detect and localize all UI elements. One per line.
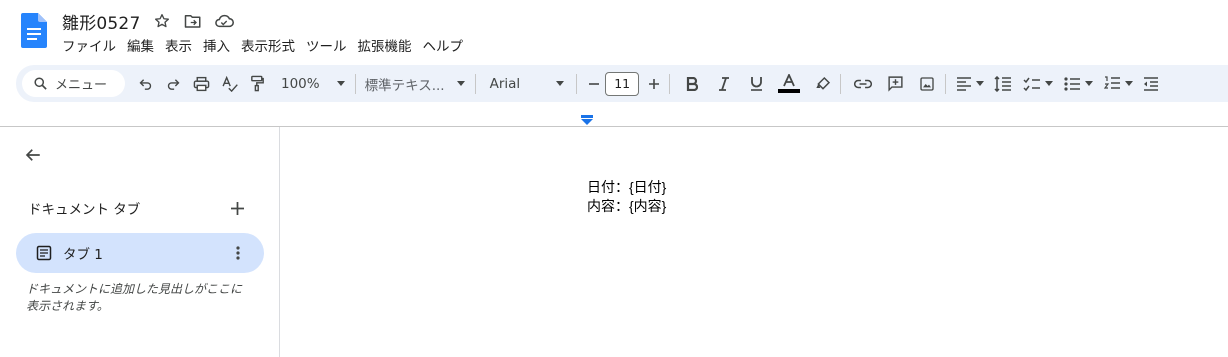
close-outline-button[interactable] xyxy=(20,142,46,168)
chevron-down-icon xyxy=(976,81,985,86)
insert-link-button[interactable] xyxy=(847,70,879,98)
paint-format-button[interactable] xyxy=(243,70,271,98)
sidebar-tab-item[interactable]: タブ 1 xyxy=(16,233,264,273)
paint-format-icon xyxy=(250,75,264,92)
menu-search-label: メニュー xyxy=(55,78,108,93)
bulleted-list-dropdown[interactable] xyxy=(1058,70,1098,98)
increase-font-size-button[interactable] xyxy=(639,70,669,98)
sidebar-divider-line xyxy=(279,127,280,357)
plus-icon xyxy=(649,78,660,89)
add-comment-icon xyxy=(888,76,903,92)
image-icon xyxy=(920,76,934,91)
menu-tools[interactable]: ツール xyxy=(306,35,347,55)
bulleted-list-icon xyxy=(1064,76,1080,91)
underline-button[interactable] xyxy=(740,70,772,98)
menu-file[interactable]: ファイル xyxy=(62,35,116,55)
undo-button[interactable] xyxy=(131,70,159,98)
zoom-value: 100% xyxy=(281,75,320,92)
redo-button[interactable] xyxy=(159,70,187,98)
italic-button[interactable] xyxy=(708,70,740,98)
chevron-down-icon xyxy=(1084,81,1093,86)
numbered-list-icon xyxy=(1103,76,1120,89)
menu-extensions[interactable]: 拡張機能 xyxy=(358,35,412,55)
minus-icon xyxy=(589,82,600,85)
menu-format[interactable]: 表示形式 xyxy=(241,35,295,55)
zoom-dropdown[interactable]: 100% xyxy=(281,70,345,98)
chevron-down-icon xyxy=(556,81,565,86)
line-spacing-icon xyxy=(994,75,1012,92)
paragraph-style-value: 標準テキス... xyxy=(364,77,445,94)
toolbar-divider xyxy=(474,73,476,94)
text-color-button[interactable] xyxy=(772,70,806,98)
document-line-content: 内容：{内容} xyxy=(587,198,667,214)
sidebar-hint-text: ドキュメントに追加した見出しがここに表示されます。 xyxy=(26,282,243,313)
toolbar-divider xyxy=(669,73,671,94)
align-dropdown[interactable] xyxy=(952,70,988,98)
document-title[interactable]: 雛形0527 xyxy=(62,9,140,34)
line-spacing-button[interactable] xyxy=(988,70,1018,98)
menu-insert[interactable]: 挿入 xyxy=(203,35,230,55)
search-icon xyxy=(34,77,47,90)
toolbar-divider-line xyxy=(0,126,1228,127)
redo-icon xyxy=(167,79,179,90)
arrow-back-icon xyxy=(25,149,40,161)
checklist-icon xyxy=(1023,77,1041,91)
toolbar-divider xyxy=(354,73,356,94)
decrease-font-size-button[interactable] xyxy=(583,70,605,98)
spellcheck-icon xyxy=(221,75,238,92)
spellcheck-button[interactable] xyxy=(215,70,243,98)
toolbar-divider xyxy=(945,73,947,94)
cloud-saved-icon[interactable] xyxy=(214,11,235,31)
menu-search[interactable]: メニュー xyxy=(22,70,125,97)
highlight-color-button[interactable] xyxy=(806,70,840,98)
undo-icon xyxy=(139,79,151,90)
menu-bar: ファイル 編集 表示 挿入 表示形式 ツール 拡張機能 ヘルプ xyxy=(62,34,474,56)
move-folder-icon[interactable] xyxy=(183,11,203,31)
bold-button[interactable] xyxy=(676,70,708,98)
document-line-date: 日付：{日付} xyxy=(587,179,667,195)
chevron-down-icon xyxy=(1124,81,1133,86)
title-row: 雛形0527 xyxy=(62,9,245,34)
print-icon xyxy=(193,76,209,91)
align-left-icon xyxy=(957,76,972,91)
decrease-indent-button[interactable] xyxy=(1138,70,1164,98)
menu-help[interactable]: ヘルプ xyxy=(423,35,464,55)
paragraph-style-dropdown[interactable]: 標準テキス... xyxy=(365,70,465,98)
document-tabs-heading: ドキュメント タブ xyxy=(28,202,141,218)
decrease-indent-icon xyxy=(1144,76,1159,91)
sidebar-tab-label: タブ 1 xyxy=(63,247,103,263)
insert-image-button[interactable] xyxy=(911,70,943,98)
star-icon[interactable] xyxy=(152,11,172,31)
italic-icon xyxy=(719,76,730,91)
font-value: Arial xyxy=(489,75,521,92)
underline-icon xyxy=(750,77,762,91)
toolbar-divider xyxy=(840,73,842,94)
print-button[interactable] xyxy=(187,70,215,98)
add-tab-button[interactable] xyxy=(225,196,249,220)
document-icon xyxy=(36,245,52,261)
chevron-down-icon xyxy=(336,81,345,86)
checklist-dropdown[interactable] xyxy=(1018,70,1058,98)
font-size-input[interactable]: 11 xyxy=(605,71,640,96)
bold-icon xyxy=(687,76,699,91)
add-comment-button[interactable] xyxy=(879,70,911,98)
document-body[interactable]: 日付：{日付} 内容：{内容} xyxy=(587,178,666,216)
docs-logo-icon[interactable] xyxy=(21,13,47,48)
toolbar: メニュー 100% 標準テキス... Arial 11 xyxy=(16,65,1228,102)
plus-icon xyxy=(230,201,244,215)
text-color-icon xyxy=(778,73,801,93)
highlighter-icon xyxy=(816,76,831,90)
numbered-list-dropdown[interactable] xyxy=(1098,70,1138,98)
toolbar-divider xyxy=(576,73,578,94)
ruler-indent-marker[interactable] xyxy=(581,112,593,131)
more-vert-icon[interactable] xyxy=(229,244,247,262)
chevron-down-icon xyxy=(456,81,465,86)
menu-view[interactable]: 表示 xyxy=(165,35,192,55)
top-bar: 雛形0527 ファイル 編集 表示 挿入 表示形式 ツール 拡張機能 ヘルプ xyxy=(0,0,1228,62)
link-icon xyxy=(854,79,873,88)
font-dropdown[interactable]: Arial xyxy=(490,70,565,98)
chevron-down-icon xyxy=(1045,81,1054,86)
menu-edit[interactable]: 編集 xyxy=(127,35,154,55)
